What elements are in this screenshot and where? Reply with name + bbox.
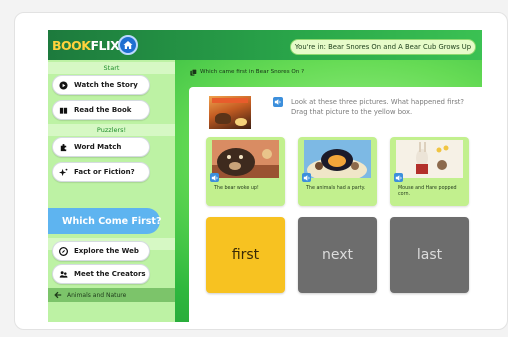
location-indicator: You're in: Bear Snores On and A Bear Cub… bbox=[290, 39, 476, 55]
which-came-first-active-item[interactable]: Which Come First? bbox=[48, 208, 162, 234]
fact-or-fiction-button[interactable]: Fact or Fiction? bbox=[52, 162, 150, 182]
meet-the-creators-label: Meet the Creators bbox=[74, 270, 146, 278]
word-match-label: Word Match bbox=[74, 143, 122, 151]
fact-or-fiction-label: Fact or Fiction? bbox=[74, 168, 135, 176]
picture-1-speaker-button[interactable] bbox=[210, 173, 219, 182]
picture-1-caption: The bear woke up! bbox=[214, 186, 259, 191]
section-header-start: Start bbox=[48, 62, 175, 74]
sparkle-icon bbox=[59, 168, 68, 177]
logo-part-flix: FLIX bbox=[90, 38, 120, 53]
instruction-speaker-button[interactable] bbox=[273, 97, 283, 107]
speaker-icon bbox=[395, 174, 401, 181]
drop-slot-last[interactable]: last bbox=[390, 217, 469, 293]
speaker-icon bbox=[211, 174, 217, 181]
picture-card-mouse-hare-popcorn[interactable]: Mouse and Hare popped corn. bbox=[390, 137, 469, 206]
animals-party-image bbox=[304, 140, 371, 178]
question-header: Which came first in Bear Snores On ? bbox=[190, 67, 304, 77]
bookflix-app: BOOK FLIX You're in: Bear Snores On and … bbox=[48, 30, 482, 322]
activity-panel: Look at these three pictures. What happe… bbox=[189, 87, 482, 322]
speaker-icon bbox=[274, 99, 281, 105]
home-icon bbox=[123, 41, 133, 49]
watch-the-story-label: Watch the Story bbox=[74, 81, 138, 89]
picture-3-speaker-button[interactable] bbox=[394, 173, 403, 182]
book-icon bbox=[59, 106, 68, 115]
mouse-hare-popcorn-image bbox=[396, 140, 463, 178]
puzzle-icon bbox=[59, 143, 68, 152]
section-header-puzzlers: Puzzlers! bbox=[48, 124, 175, 136]
picture-3-caption: Mouse and Hare popped corn. bbox=[398, 186, 457, 197]
animals-and-nature-label: Animals and Nature bbox=[67, 291, 127, 299]
picture-2-caption: The animals had a party. bbox=[306, 186, 366, 191]
slot-last-label: last bbox=[416, 247, 443, 263]
explore-the-web-button[interactable]: Explore the Web bbox=[52, 241, 150, 261]
meet-the-creators-button[interactable]: Meet the Creators bbox=[52, 264, 150, 284]
slot-first-label: first bbox=[231, 247, 260, 263]
bear-woke-up-image bbox=[212, 140, 279, 178]
read-the-book-label: Read the Book bbox=[74, 106, 132, 114]
logo-part-book: BOOK bbox=[52, 38, 91, 53]
instruction-text: Look at these three pictures. What happe… bbox=[291, 98, 465, 117]
animals-and-nature-link[interactable]: Animals and Nature bbox=[48, 288, 175, 302]
slot-next-label: next bbox=[321, 247, 353, 263]
drop-slot-first[interactable]: first bbox=[206, 217, 285, 293]
people-icon bbox=[59, 270, 68, 279]
sidebar: Start Watch the Story Read the Book Puzz… bbox=[48, 60, 175, 322]
compass-icon bbox=[59, 246, 68, 256]
watch-the-story-button[interactable]: Watch the Story bbox=[52, 75, 150, 95]
home-button[interactable] bbox=[118, 35, 138, 55]
arrow-left-icon bbox=[54, 291, 62, 299]
question-text: Which came first in Bear Snores On ? bbox=[200, 69, 305, 75]
read-the-book-button[interactable]: Read the Book bbox=[52, 100, 150, 120]
cards-icon bbox=[190, 68, 197, 76]
speaker-icon bbox=[303, 174, 309, 181]
explore-the-web-label: Explore the Web bbox=[74, 247, 139, 255]
bookflix-logo[interactable]: BOOK FLIX bbox=[52, 38, 120, 53]
which-came-first-label: Which Come First? bbox=[62, 215, 162, 227]
picture-card-bear-woke-up[interactable]: The bear woke up! bbox=[206, 137, 285, 206]
picture-card-animals-party[interactable]: The animals had a party. bbox=[298, 137, 377, 206]
picture-2-speaker-button[interactable] bbox=[302, 173, 311, 182]
book-cover-image bbox=[209, 96, 251, 129]
drop-slot-next[interactable]: next bbox=[298, 217, 377, 293]
play-icon bbox=[59, 80, 68, 90]
word-match-button[interactable]: Word Match bbox=[52, 137, 150, 157]
top-bar: BOOK FLIX You're in: Bear Snores On and … bbox=[48, 30, 482, 60]
